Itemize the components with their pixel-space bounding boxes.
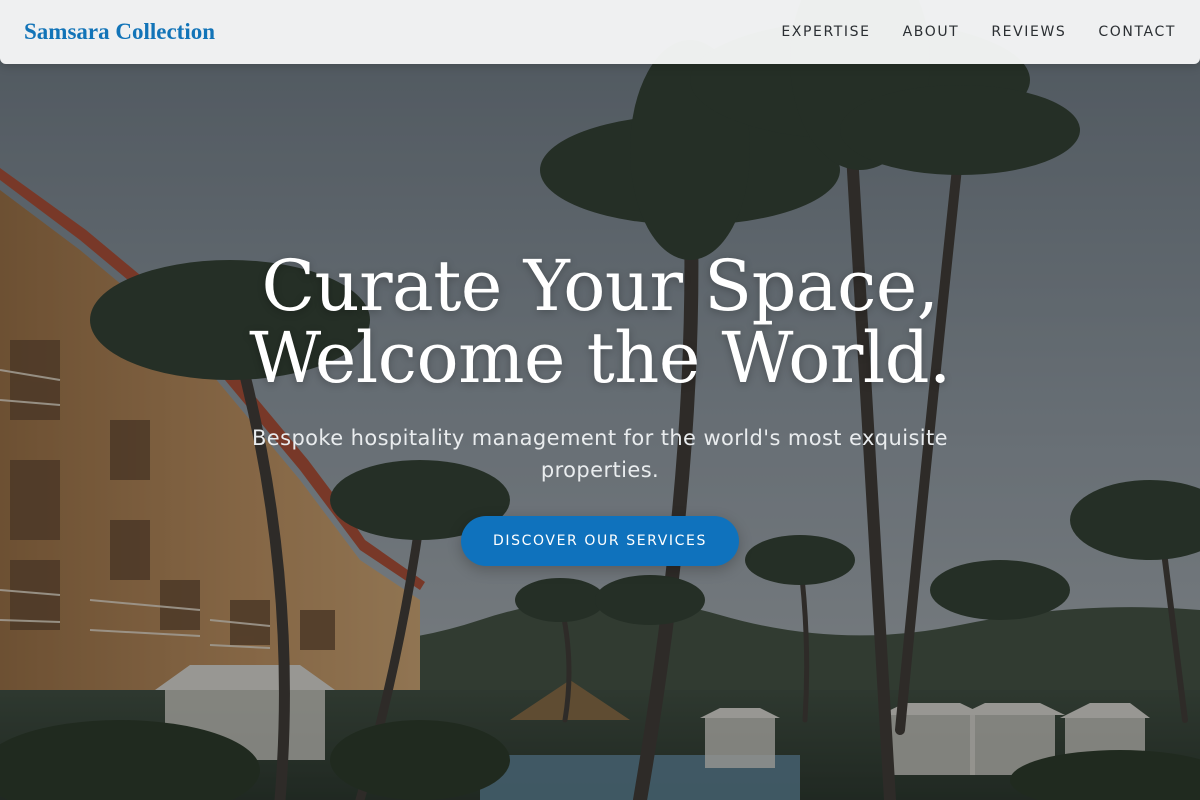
discover-services-button[interactable]: DISCOVER OUR SERVICES bbox=[461, 516, 739, 566]
hero-title-line-1: Curate Your Space, bbox=[261, 245, 939, 327]
nav-link-expertise[interactable]: EXPERTISE bbox=[781, 24, 870, 40]
top-navbar: Samsara Collection EXPERTISE ABOUT REVIE… bbox=[0, 0, 1200, 64]
nav-link-about[interactable]: ABOUT bbox=[903, 24, 960, 40]
nav-link-reviews[interactable]: REVIEWS bbox=[991, 24, 1066, 40]
nav-links: EXPERTISE ABOUT REVIEWS CONTACT bbox=[781, 24, 1176, 40]
hero-subtitle: Bespoke hospitality management for the w… bbox=[251, 426, 948, 482]
hero-title-line-2: Welcome the World. bbox=[249, 317, 951, 399]
hero-content: Curate Your Space, Welcome the World. Be… bbox=[0, 250, 1200, 566]
brand-logo-link[interactable]: Samsara Collection bbox=[24, 19, 215, 45]
nav-link-contact[interactable]: CONTACT bbox=[1098, 24, 1176, 40]
hero-title: Curate Your Space, Welcome the World. bbox=[0, 250, 1200, 394]
